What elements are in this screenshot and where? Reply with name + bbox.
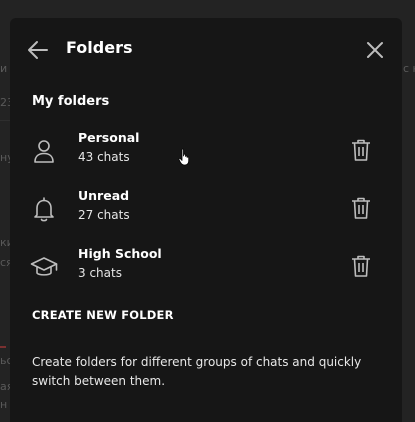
delete-folder-button[interactable] [350, 196, 372, 220]
arrow-left-icon [28, 41, 48, 59]
hand-cursor-icon [178, 148, 192, 166]
create-new-folder-button[interactable]: CREATE NEW FOLDER [32, 308, 174, 322]
trash-icon [352, 255, 370, 277]
background-text: с н [403, 62, 415, 75]
folder-name: Personal [78, 130, 140, 145]
folder-count: 43 chats [78, 150, 130, 164]
folder-item-high-school[interactable]: High School 3 chats [10, 238, 402, 296]
back-button[interactable] [26, 39, 50, 61]
folder-name: High School [78, 246, 162, 261]
folder-count: 27 chats [78, 208, 130, 222]
delete-folder-button[interactable] [350, 254, 372, 278]
bell-icon [30, 195, 58, 223]
folder-count: 3 chats [78, 266, 122, 280]
dialog-header: Folders [10, 18, 402, 80]
graduation-cap-icon [30, 253, 58, 281]
background-accent [0, 346, 6, 348]
background-text: н [0, 398, 8, 411]
background-divider [0, 120, 10, 121]
close-icon [367, 42, 383, 58]
close-button[interactable] [365, 40, 385, 60]
trash-icon [352, 197, 370, 219]
folders-dialog: Folders My folders Personal 43 chats Unr… [10, 18, 402, 422]
folder-item-unread[interactable]: Unread 27 chats [10, 180, 402, 238]
trash-icon [352, 139, 370, 161]
person-icon [30, 137, 58, 165]
delete-folder-button[interactable] [350, 138, 372, 162]
dialog-title: Folders [66, 38, 133, 57]
folders-description: Create folders for different groups of c… [32, 355, 362, 388]
folder-name: Unread [78, 188, 130, 203]
folder-item-personal[interactable]: Personal 43 chats [10, 122, 402, 180]
section-title: My folders [32, 94, 110, 109]
